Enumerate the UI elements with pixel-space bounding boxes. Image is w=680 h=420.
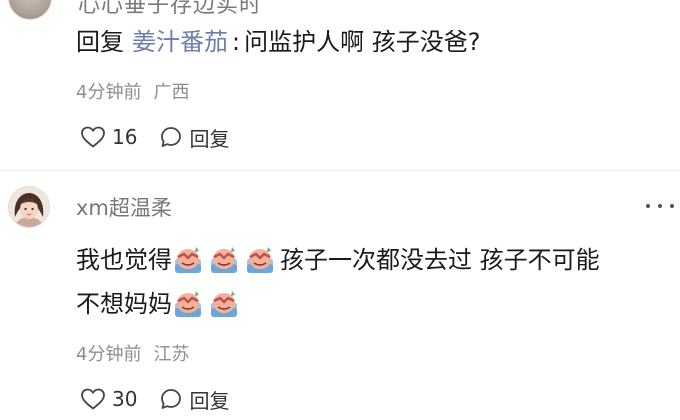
comment-username[interactable]: xm超温柔 [76, 192, 172, 222]
reply-label: 回复 [189, 388, 230, 413]
more-options-button[interactable] [646, 196, 674, 216]
crying-face-icon [211, 291, 237, 317]
comment-text: 我也觉得 [76, 246, 172, 274]
comment-text: 问监护人啊 孩子没爸? [244, 28, 481, 56]
crying-face-icon [211, 247, 237, 273]
avatar-photo [9, 187, 49, 227]
reply-separator: : [232, 28, 241, 56]
comment-content: 我也觉得 孩子一次都没去过 孩子不可能 不想妈妈 [76, 238, 676, 326]
like-count: 30 [112, 387, 138, 411]
comment-text: 不想妈妈 [76, 290, 172, 318]
more-dot-icon [658, 204, 662, 208]
comment-line: 不想妈妈 [76, 282, 676, 326]
comment-meta: 4分钟前 江苏 [76, 340, 189, 366]
comment-content: 回复 姜汁番茄: 问监护人啊 孩子没爸? [76, 26, 480, 58]
like-count: 16 [112, 125, 138, 149]
comment-bubble-icon [161, 389, 182, 409]
comment-text: 孩子一次都没去过 孩子不可能 [280, 246, 600, 274]
more-dot-icon [646, 204, 650, 208]
crying-face-icon [175, 247, 201, 273]
crying-face-icon [175, 291, 201, 317]
more-dot-icon [670, 204, 674, 208]
like-button[interactable]: 30 [80, 387, 137, 411]
crying-face-icon [247, 247, 273, 273]
comment-bubble-icon [161, 127, 182, 147]
comment-time: 4分钟前 [76, 82, 142, 103]
comment-header-cut: 心心垂子存边实时 [78, 0, 263, 18]
avatar[interactable] [8, 0, 52, 20]
reply-keyword: 回复 [76, 28, 124, 56]
comment-location: 江苏 [153, 344, 190, 365]
reply-button[interactable]: 回复 [159, 385, 229, 414]
comment-actions: 30 回复 [80, 384, 251, 414]
reply-button[interactable]: 回复 [159, 123, 229, 152]
like-button[interactable]: 16 [80, 125, 137, 149]
comment-meta: 4分钟前 广西 [76, 78, 189, 104]
comment-actions: 16 回复 [80, 122, 251, 152]
divider [0, 170, 680, 171]
reply-label: 回复 [189, 126, 230, 151]
comment-line: 我也觉得 孩子一次都没去过 孩子不可能 [76, 238, 676, 282]
comment-location: 广西 [153, 82, 190, 103]
comment-time: 4分钟前 [76, 344, 142, 365]
comment-list: 心心垂子存边实时 回复 姜汁番茄: 问监护人啊 孩子没爸? 4分钟前 广西 16 回复 [0, 0, 680, 420]
heart-icon [81, 126, 105, 148]
avatar[interactable] [8, 186, 50, 228]
reply-to-username[interactable]: 姜汁番茄 [132, 28, 228, 56]
heart-icon [81, 388, 105, 410]
